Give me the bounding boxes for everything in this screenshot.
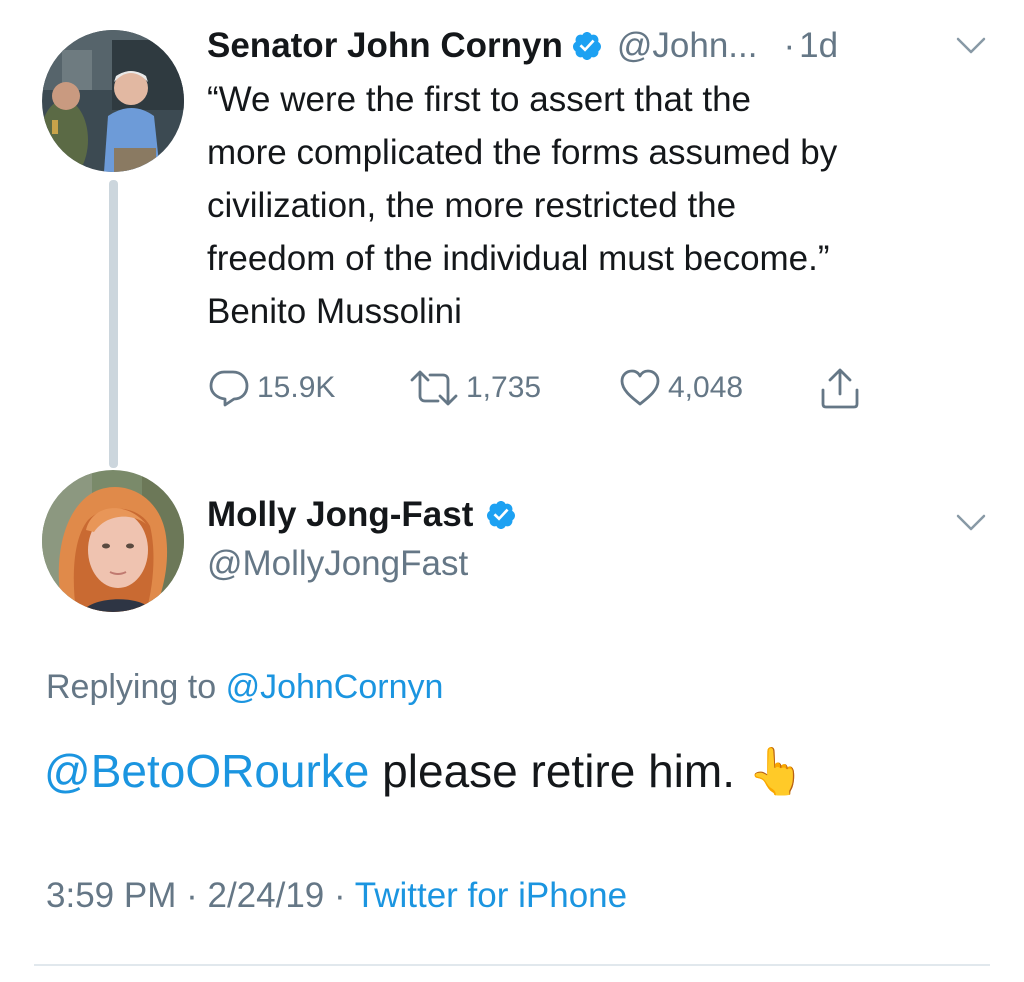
tweet-meta: 3:59 PM · 2/24/19 · Twitter for iPhone xyxy=(46,876,627,916)
molly-name[interactable]: Molly Jong-Fast xyxy=(207,495,473,535)
tweet-time[interactable]: 1d xyxy=(799,26,838,66)
tweet-date: 2/24/19 xyxy=(207,876,325,915)
tweet-text-line: freedom of the individual must become.” xyxy=(207,239,830,278)
chevron-down-icon[interactable] xyxy=(955,36,987,56)
cornyn-handle[interactable]: @John... xyxy=(617,26,758,66)
tweet-text-line: civilization, the more restricted the xyxy=(207,186,737,225)
reply-action[interactable]: 15.9K xyxy=(207,368,335,408)
share-action[interactable] xyxy=(818,368,868,409)
like-icon xyxy=(620,369,660,406)
cornyn-name[interactable]: Senator John Cornyn xyxy=(207,26,563,66)
tweet-text-line: more complicated the forms assumed by xyxy=(207,133,838,172)
tweet-source-link[interactable]: Twitter for iPhone xyxy=(355,876,627,915)
reply-tweet-text: @BetoORourke please retire him. 👆 xyxy=(44,744,805,799)
verified-badge-icon xyxy=(572,32,601,60)
replying-to-line: Replying to @JohnCornyn xyxy=(46,668,443,707)
thread-connector-line xyxy=(109,180,118,468)
tweet-timestamp: 3:59 PM xyxy=(46,876,177,915)
chevron-down-icon[interactable] xyxy=(955,513,987,533)
meta-separator: · xyxy=(334,876,346,915)
tweet-text-line: “We were the first to assert that the xyxy=(207,80,752,119)
reply-icon xyxy=(209,370,249,407)
time-separator: · xyxy=(783,26,796,65)
verified-badge-icon xyxy=(487,501,516,529)
molly-handle[interactable]: @MollyJongFast xyxy=(207,544,468,584)
bottom-divider xyxy=(34,964,990,966)
first-tweet-header: Senator John Cornyn @John... · 1d xyxy=(207,22,838,70)
mention-link[interactable]: @BetoORourke xyxy=(44,745,369,797)
cornyn-avatar[interactable] xyxy=(42,30,184,172)
first-tweet-text: “We were the first to assert that the mo… xyxy=(207,73,837,338)
like-action[interactable]: 4,048 xyxy=(618,368,743,408)
retweet-count: 1,735 xyxy=(466,371,542,404)
replying-to-prefix: Replying to xyxy=(46,668,217,706)
reply-body-text: please retire him. 👆 xyxy=(369,745,806,797)
tweet-text-line: Benito Mussolini xyxy=(207,292,462,331)
meta-separator: · xyxy=(186,876,198,915)
retweet-icon xyxy=(410,370,458,406)
molly-avatar[interactable] xyxy=(42,470,184,612)
reply-count: 15.9K xyxy=(257,371,336,404)
replying-to-mention[interactable]: @JohnCornyn xyxy=(226,668,444,706)
share-icon xyxy=(821,368,859,409)
reply-tweet-header: Molly Jong-Fast xyxy=(207,490,517,540)
retweet-action[interactable]: 1,735 xyxy=(408,368,541,408)
like-count: 4,048 xyxy=(668,371,744,404)
